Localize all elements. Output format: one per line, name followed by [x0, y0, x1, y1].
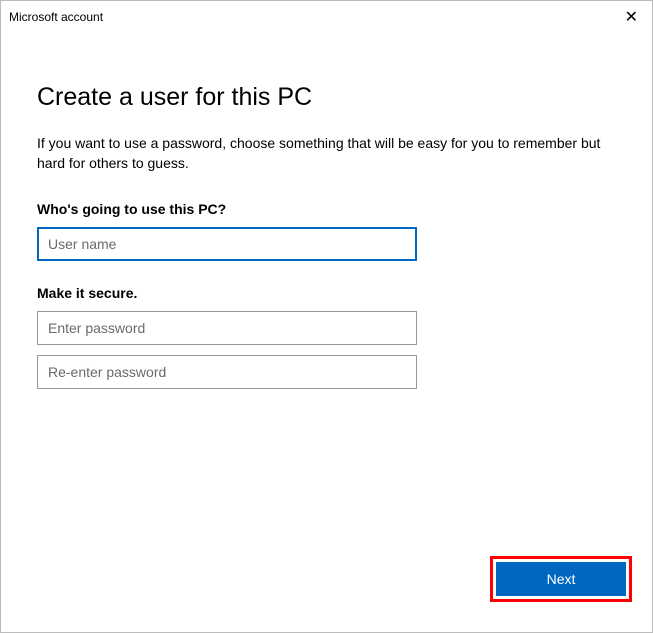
next-button-highlight: Next: [490, 556, 632, 602]
dialog-content: Create a user for this PC If you want to…: [1, 33, 652, 389]
password-confirm-input[interactable]: [37, 355, 417, 389]
next-button[interactable]: Next: [496, 562, 626, 596]
footer: Next: [490, 556, 632, 602]
page-subtitle: If you want to use a password, choose so…: [37, 134, 616, 173]
username-label: Who's going to use this PC?: [37, 201, 616, 217]
close-icon[interactable]: ✕: [621, 7, 642, 27]
password-input[interactable]: [37, 311, 417, 345]
titlebar: Microsoft account ✕: [1, 1, 652, 33]
password-group: Make it secure.: [37, 285, 616, 389]
username-input[interactable]: [37, 227, 417, 261]
username-group: Who's going to use this PC?: [37, 201, 616, 261]
password-label: Make it secure.: [37, 285, 616, 301]
window-title: Microsoft account: [9, 10, 103, 24]
page-title: Create a user for this PC: [37, 83, 616, 112]
